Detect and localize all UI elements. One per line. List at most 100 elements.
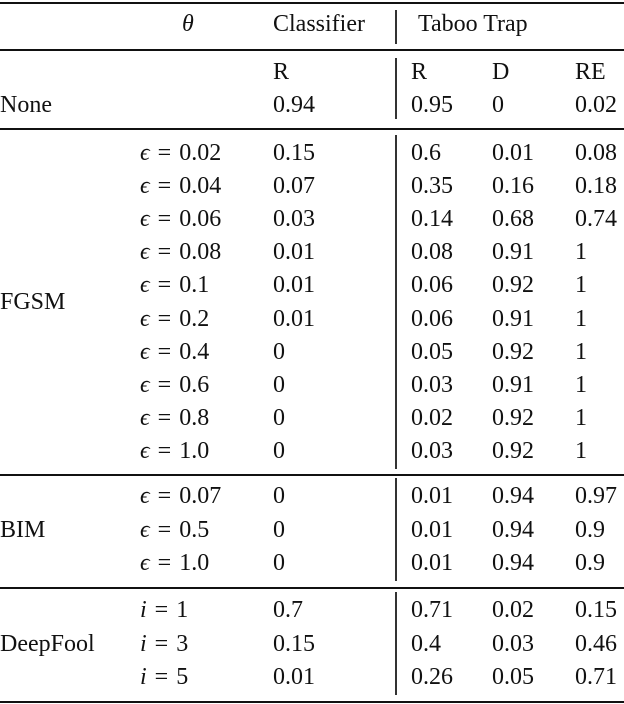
- taboo-d-cell: 0.03: [492, 630, 534, 657]
- taboo-r-cell: 0.01: [411, 550, 453, 576]
- taboo-d-cell: 0.94: [492, 550, 534, 576]
- param-equals: =: [157, 550, 172, 576]
- param-equals: =: [157, 371, 172, 398]
- taboo-d-cell: 0.68: [492, 206, 534, 233]
- param-cell: ϵ = 1.0: [140, 437, 209, 465]
- group-rule: [0, 474, 624, 476]
- taboo-d-cell: 0.16: [492, 173, 534, 200]
- param-equals: =: [157, 338, 172, 365]
- taboo-re-cell: 1: [575, 371, 587, 398]
- taboo-r-cell: 0.02: [411, 404, 453, 431]
- classifier-r-cell: 0: [273, 483, 285, 509]
- param-variable: ϵ: [140, 338, 150, 365]
- param-cell: ϵ = 0.07: [140, 482, 221, 510]
- taboo-re-cell: 0.18: [575, 173, 617, 200]
- param-cell: i = 5: [140, 663, 188, 691]
- classifier-r-cell: 0: [273, 437, 285, 464]
- taboo-re-cell: 1: [575, 239, 587, 266]
- taboo-re-cell: 1: [575, 404, 587, 431]
- param-variable: ϵ: [140, 483, 150, 509]
- classifier-r-cell: 0.15: [273, 630, 315, 657]
- taboo-d-cell: 0.01: [492, 140, 534, 166]
- taboo-d-cell: 0.92: [492, 404, 534, 431]
- param-variable: ϵ: [140, 206, 150, 233]
- classifier-r-cell: 0: [273, 371, 285, 398]
- param-value: 0.08: [179, 239, 222, 266]
- param-value: 0.6: [179, 371, 210, 398]
- taboo-r-cell: 0.26: [411, 664, 453, 690]
- taboo-re-cell: 0.9: [575, 550, 605, 576]
- taboo-r-cell: 0.6: [411, 140, 441, 166]
- param-cell: ϵ = 0.1: [140, 271, 209, 299]
- top-rule: [0, 2, 624, 4]
- param-value: 0.8: [179, 404, 210, 431]
- classifier-r-cell: 0.7: [273, 597, 303, 623]
- taboo-re-cell: 0.46: [575, 630, 617, 657]
- group-divider: [395, 135, 397, 469]
- attack-label: BIM: [0, 516, 46, 543]
- taboo-re-cell: 0.71: [575, 664, 617, 690]
- classifier-r-cell: 0: [273, 404, 285, 431]
- param-equals: =: [157, 173, 172, 200]
- param-equals: =: [157, 140, 172, 166]
- taboo-r-cell: 0.06: [411, 305, 453, 332]
- param-variable: ϵ: [140, 371, 150, 398]
- param-equals: =: [157, 516, 172, 543]
- taboo-re-cell: 1: [575, 272, 587, 299]
- header-rule: [0, 49, 624, 51]
- classifier-r-cell: 0: [273, 550, 285, 576]
- param-variable: ϵ: [140, 272, 150, 299]
- param-equals: =: [157, 483, 172, 509]
- taboo-r-cell: 0.01: [411, 516, 453, 543]
- subheader-taboo-d: D: [492, 59, 510, 85]
- param-cell: ϵ = 0.4: [140, 338, 209, 366]
- classifier-r-cell: 0.01: [273, 664, 315, 690]
- taboo-re-cell: 0.02: [575, 92, 617, 118]
- taboo-re-cell: 0.9: [575, 516, 605, 543]
- classifier-r-cell: 0.07: [273, 173, 315, 200]
- group-divider: [395, 58, 397, 119]
- attack-label: DeepFool: [0, 630, 95, 657]
- param-equals: =: [157, 239, 172, 266]
- group-divider: [395, 592, 397, 695]
- param-equals: =: [157, 404, 172, 431]
- param-cell: ϵ = 0.02: [140, 139, 221, 167]
- param-cell: ϵ = 0.6: [140, 371, 209, 399]
- param-cell: ϵ = 0.2: [140, 305, 209, 333]
- param-variable: ϵ: [140, 550, 150, 576]
- param-equals: =: [154, 630, 169, 657]
- header-theta: θ: [182, 11, 194, 37]
- header-divider: [395, 10, 397, 44]
- param-variable: ϵ: [140, 305, 150, 332]
- classifier-r-cell: 0.94: [273, 92, 315, 118]
- taboo-r-cell: 0.95: [411, 92, 453, 118]
- param-value: 0.02: [179, 140, 222, 166]
- taboo-re-cell: 0.97: [575, 483, 617, 509]
- param-value: 0.4: [179, 338, 210, 365]
- param-value: 0.07: [179, 483, 222, 509]
- param-value: 0.06: [179, 206, 222, 233]
- taboo-r-cell: 0.01: [411, 483, 453, 509]
- subheader-taboo-re: RE: [575, 59, 606, 85]
- taboo-r-cell: 0.4: [411, 630, 441, 657]
- param-variable: ϵ: [140, 516, 150, 543]
- taboo-d-cell: 0.94: [492, 483, 534, 509]
- param-value: 5: [176, 664, 189, 690]
- classifier-r-cell: 0.01: [273, 305, 315, 332]
- param-value: 0.04: [179, 173, 222, 200]
- group-divider: [395, 478, 397, 581]
- param-equals: =: [157, 437, 172, 464]
- classifier-r-cell: 0.01: [273, 239, 315, 266]
- param-variable: i: [140, 664, 147, 690]
- param-value: 0.2: [179, 305, 210, 332]
- param-cell: i = 1: [140, 596, 188, 624]
- taboo-d-cell: 0.02: [492, 597, 534, 623]
- taboo-d-cell: 0.91: [492, 371, 534, 398]
- taboo-r-cell: 0.06: [411, 272, 453, 299]
- taboo-re-cell: 0.15: [575, 597, 617, 623]
- classifier-r-cell: 0.03: [273, 206, 315, 233]
- taboo-d-cell: 0.91: [492, 239, 534, 266]
- taboo-re-cell: 1: [575, 437, 587, 464]
- attack-label: None: [0, 92, 52, 118]
- param-equals: =: [157, 206, 172, 233]
